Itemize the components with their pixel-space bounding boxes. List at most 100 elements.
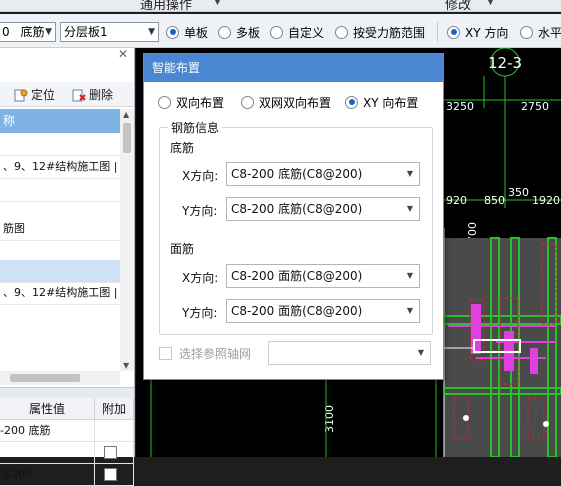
menu-general-operations[interactable]: 通用操作 bbox=[140, 0, 192, 11]
rebar-type-value: 底筋 bbox=[20, 25, 45, 39]
dimension-label: 3100 bbox=[323, 405, 336, 433]
radio-label: 自定义 bbox=[288, 25, 325, 40]
prop-attach-cell bbox=[95, 464, 134, 486]
prop-value-cell[interactable] bbox=[0, 442, 95, 464]
floor-value: 0 bbox=[2, 25, 10, 39]
chevron-down-icon: ▼ bbox=[406, 204, 413, 213]
prop-attach-cell bbox=[95, 442, 134, 464]
radio-icon bbox=[158, 95, 171, 109]
radio-horizontal[interactable]: 水平 bbox=[520, 24, 561, 40]
radio-bidirectional[interactable]: 双向布置 bbox=[158, 94, 224, 110]
select-value: C8-200 底筋(C8@200) bbox=[231, 167, 363, 181]
smart-layout-dialog: 智能布置 双向布置 双网双向布置 XY 向布置 钢筋信息 底筋 X方向: C8-… bbox=[143, 53, 444, 380]
dimension-label: 850 bbox=[484, 194, 505, 207]
rebar-info-title: 钢筋信息 bbox=[168, 119, 223, 136]
bottom-y-select[interactable]: C8-200 底筋(C8@200) ▼ bbox=[226, 197, 420, 221]
axis-label: 12-3 bbox=[488, 54, 522, 72]
bottom-x-label: X方向: bbox=[182, 169, 219, 183]
locate-label: 定位 bbox=[31, 88, 56, 102]
top-x-label: X方向: bbox=[182, 271, 219, 285]
radio-label: 双网双向布置 bbox=[259, 95, 332, 110]
chevron-down-icon[interactable]: ▼ bbox=[214, 0, 221, 7]
scroll-down-icon[interactable]: ▼ bbox=[123, 361, 129, 370]
bottom-x-select[interactable]: C8-200 底筋(C8@200) ▼ bbox=[226, 162, 420, 186]
list-item[interactable] bbox=[0, 133, 123, 156]
radio-label: 按受力筋范围 bbox=[353, 25, 426, 40]
floor-rebar-combo[interactable]: 0 底筋 ▼ bbox=[0, 22, 56, 42]
prop-attach-header: 附加 bbox=[95, 398, 134, 420]
radio-label: XY 方向 bbox=[465, 25, 509, 40]
radio-icon bbox=[241, 95, 254, 109]
radio-label: XY 向布置 bbox=[363, 95, 419, 110]
prop-attach-cell bbox=[95, 420, 134, 442]
close-icon[interactable]: ✕ bbox=[118, 47, 128, 61]
list-item[interactable]: 、9、12#结构施工图 | bbox=[0, 156, 123, 179]
panel-toolbar: 定位 删除 bbox=[0, 82, 134, 107]
prop-value-header: 属性值 bbox=[0, 398, 95, 420]
top-x-select[interactable]: C8-200 面筋(C8@200) ▼ bbox=[226, 264, 420, 288]
layer-value: 分层板1 bbox=[64, 25, 108, 39]
delete-icon bbox=[72, 89, 86, 101]
list-header: 称 bbox=[0, 109, 123, 133]
radio-label: 水平 bbox=[538, 25, 561, 40]
delete-label: 删除 bbox=[89, 88, 114, 102]
radio-custom[interactable]: 自定义 bbox=[270, 24, 324, 40]
radio-double-net-bidirectional[interactable]: 双网双向布置 bbox=[241, 94, 331, 110]
radio-label: 多板 bbox=[236, 25, 261, 40]
prop-value-cell[interactable]: @200 bbox=[0, 464, 95, 486]
dimension-label: 350 bbox=[508, 186, 529, 199]
top-y-label: Y方向: bbox=[182, 306, 218, 320]
top-rebar-section: 面筋 bbox=[170, 242, 195, 256]
scroll-up-icon[interactable]: ▲ bbox=[123, 110, 129, 119]
scrollbar-thumb[interactable] bbox=[123, 123, 131, 153]
attach-checkbox[interactable] bbox=[104, 468, 117, 481]
radio-by-stress-range[interactable]: 按受力筋范围 bbox=[335, 24, 425, 40]
component-list-panel: ✕ 定位 删除 称 、9、12#结构施工图 | 筋图 、9、12#结构施工图 |… bbox=[0, 47, 135, 486]
chevron-down-icon: ▼ bbox=[406, 169, 413, 178]
radio-icon bbox=[335, 25, 348, 39]
list-item[interactable]: 、9、12#结构施工图 | bbox=[0, 282, 123, 305]
radio-selected-icon bbox=[166, 25, 179, 39]
option-toolbar: 0 底筋 ▼ 分层板1 ▼ 单板 多板 自定义 按受力筋范围 XY 方向 水平 bbox=[0, 14, 561, 48]
select-axis-grid-checkbox[interactable] bbox=[159, 346, 172, 360]
list-item[interactable]: 筋图 bbox=[0, 218, 123, 241]
horizontal-scrollbar[interactable] bbox=[0, 371, 120, 385]
top-y-select[interactable]: C8-200 面筋(C8@200) ▼ bbox=[226, 299, 420, 323]
select-value: C8-200 面筋(C8@200) bbox=[231, 304, 363, 318]
axis-grid-select[interactable]: ▼ bbox=[268, 341, 431, 365]
chevron-down-icon: ▼ bbox=[148, 27, 155, 37]
radio-single-board[interactable]: 单板 bbox=[166, 24, 208, 40]
dimension-label: 920 bbox=[446, 194, 467, 207]
radio-selected-icon bbox=[345, 95, 358, 109]
dimension-label: 2750 bbox=[521, 100, 549, 113]
list-item[interactable] bbox=[0, 260, 123, 283]
scrollbar-thumb[interactable] bbox=[10, 374, 80, 382]
vertical-scrollbar[interactable]: ▲ ▼ bbox=[120, 109, 134, 371]
menu-bar: 通用操作 ▼ 修改 ▼ bbox=[0, 0, 561, 12]
chevron-down-icon: ▼ bbox=[406, 271, 413, 280]
chevron-down-icon: ▼ bbox=[417, 348, 424, 357]
dimension-label: 3250 bbox=[446, 100, 474, 113]
radio-label: 单板 bbox=[184, 25, 209, 40]
radio-xy-direction[interactable]: XY 方向 bbox=[447, 24, 508, 40]
attach-checkbox[interactable] bbox=[104, 446, 117, 459]
locate-icon bbox=[14, 89, 28, 101]
menu-modify[interactable]: 修改 bbox=[445, 0, 471, 11]
radio-multi-board[interactable]: 多板 bbox=[218, 24, 260, 40]
bottom-rebar-section: 底筋 bbox=[170, 141, 195, 155]
radio-icon bbox=[218, 25, 231, 39]
chevron-down-icon[interactable]: ▼ bbox=[487, 0, 494, 7]
radio-icon bbox=[520, 25, 533, 39]
layer-combo[interactable]: 分层板1 ▼ bbox=[60, 22, 159, 42]
prop-value-cell[interactable]: -200 底筋 bbox=[0, 420, 95, 442]
delete-button[interactable]: 删除 bbox=[72, 86, 113, 103]
chevron-down-icon: ▼ bbox=[45, 27, 52, 37]
chevron-down-icon: ▼ bbox=[406, 306, 413, 315]
radio-xy-layout[interactable]: XY 向布置 bbox=[345, 94, 418, 110]
radio-selected-icon bbox=[447, 25, 460, 39]
bottom-y-label: Y方向: bbox=[182, 204, 218, 218]
select-axis-grid-option[interactable]: 选择参照轴网 bbox=[159, 345, 251, 361]
locate-button[interactable]: 定位 bbox=[14, 86, 55, 103]
dimension-label: 1920 bbox=[532, 194, 560, 207]
list-item[interactable] bbox=[0, 179, 123, 202]
